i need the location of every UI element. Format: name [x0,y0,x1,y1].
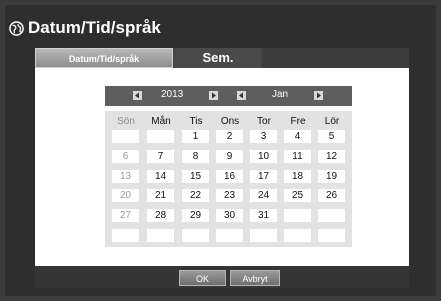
calendar-day-cell[interactable]: 1 [182,130,209,143]
calendar-day-cell[interactable]: 13 [112,170,139,183]
calendar-empty-cell [216,229,243,242]
tab-bar: Datum/Tid/språk Sem. [35,48,409,68]
arrow-right-icon [317,92,321,99]
calendar-day-cell[interactable]: 22 [182,189,209,202]
calendar-empty-cell [250,229,277,242]
calendar-day-cell[interactable]: 20 [112,189,139,202]
calendar-empty-cell [147,229,174,242]
calendar-header: 2013 Jan [105,86,352,106]
calendar-empty-cell [284,209,311,222]
calendar-day-cell[interactable]: 19 [318,170,345,183]
calendar-day-cell[interactable]: 15 [182,170,209,183]
calendar-day-cell[interactable]: 31 [250,209,277,222]
calendar-day-cell[interactable]: 8 [182,150,209,163]
weekday-header: Fre [290,116,306,127]
calendar-day-cell[interactable]: 7 [147,150,174,163]
calendar-day-cell[interactable]: 4 [284,130,311,143]
calendar-day-cell[interactable]: 12 [318,150,345,163]
calendar-day-cell[interactable]: 26 [318,189,345,202]
month-next-button[interactable] [314,91,323,100]
month-label: Jan [272,89,289,100]
calendar-day-cell[interactable]: 14 [147,170,174,183]
weekday-header: Mån [151,116,171,127]
weekday-header: Sön [117,116,135,127]
calendar-empty-cell [182,229,209,242]
globe-icon [9,21,24,36]
calendar-day-cell[interactable]: 25 [284,189,311,202]
calendar-empty-cell [112,130,139,143]
calendar-day-cell[interactable]: 24 [250,189,277,202]
calendar-day-cell[interactable]: 29 [182,209,209,222]
calendar-empty-cell [318,229,345,242]
weekday-header: Lör [324,116,340,127]
tab-date-time-language[interactable]: Datum/Tid/språk [35,48,173,68]
calendar-day-cell[interactable]: 27 [112,209,139,222]
calendar-day-cell[interactable]: 5 [318,130,345,143]
arrow-left-icon [239,92,243,99]
calendar-day-cell[interactable]: 2 [216,130,243,143]
calendar-empty-cell [284,229,311,242]
weekday-header: Tis [189,116,203,127]
calendar-day-cell[interactable]: 10 [250,150,277,163]
calendar-empty-cell [112,229,139,242]
arrow-left-icon [135,92,139,99]
calendar-day-cell[interactable]: 3 [250,130,277,143]
cancel-button[interactable]: Avbryt [230,270,280,286]
year-next-button[interactable] [209,91,218,100]
calendar-day-cell[interactable]: 18 [284,170,311,183]
ok-button[interactable]: OK [179,270,226,286]
tab-holiday[interactable]: Sem. [175,48,261,68]
weekday-header: Ons [220,116,240,127]
calendar-day-cell[interactable]: 23 [216,189,243,202]
calendar-grid: Sön Mån Tis Ons Tor Fre Lör 1 2 3 4 5 6 7 8 9 10 11 12 13 14… [105,111,352,247]
calendar-day-cell[interactable]: 16 [216,170,243,183]
year-label: 2013 [161,89,184,100]
calendar-day-cell[interactable]: 17 [250,170,277,183]
calendar-day-cell[interactable]: 9 [216,150,243,163]
calendar-day-cell[interactable]: 11 [284,150,311,163]
weekday-header: Tor [257,116,271,127]
arrow-right-icon [212,92,216,99]
month-prev-button[interactable] [237,91,246,100]
year-prev-button[interactable] [133,91,142,100]
calendar-day-cell[interactable]: 21 [147,189,174,202]
page-title: Datum/Tid/språk [28,18,161,37]
calendar-day-cell[interactable]: 6 [112,150,139,163]
calendar-empty-cell [318,209,345,222]
calendar-day-cell[interactable]: 30 [216,209,243,222]
calendar-day-cell[interactable]: 28 [147,209,174,222]
tab-bar-filler [262,48,409,68]
calendar-empty-cell [147,130,174,143]
